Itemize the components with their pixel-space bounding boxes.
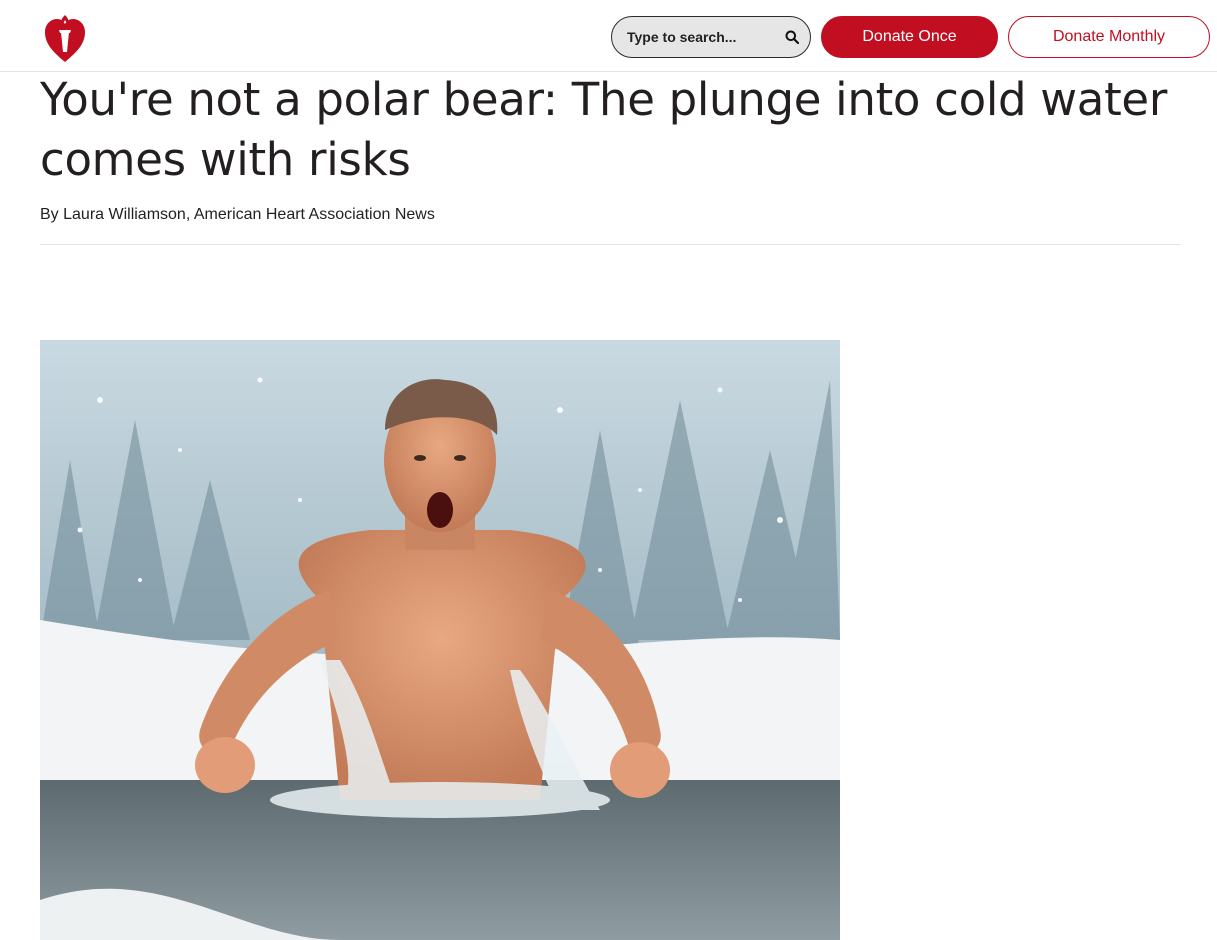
divider bbox=[40, 244, 1180, 245]
aha-logo[interactable] bbox=[43, 12, 87, 64]
search-icon[interactable] bbox=[784, 29, 800, 45]
site-header: Donate Once Donate Monthly bbox=[0, 0, 1217, 72]
search-box[interactable] bbox=[611, 16, 811, 58]
article-byline: By Laura Williamson, American Heart Asso… bbox=[40, 206, 435, 223]
donate-once-button[interactable]: Donate Once bbox=[821, 16, 998, 58]
article-hero-image bbox=[40, 340, 840, 940]
article-title: You're not a polar bear: The plunge into… bbox=[40, 73, 1168, 186]
heart-torch-icon bbox=[45, 15, 85, 62]
donate-monthly-button[interactable]: Donate Monthly bbox=[1008, 16, 1210, 58]
search-input[interactable] bbox=[627, 29, 784, 45]
